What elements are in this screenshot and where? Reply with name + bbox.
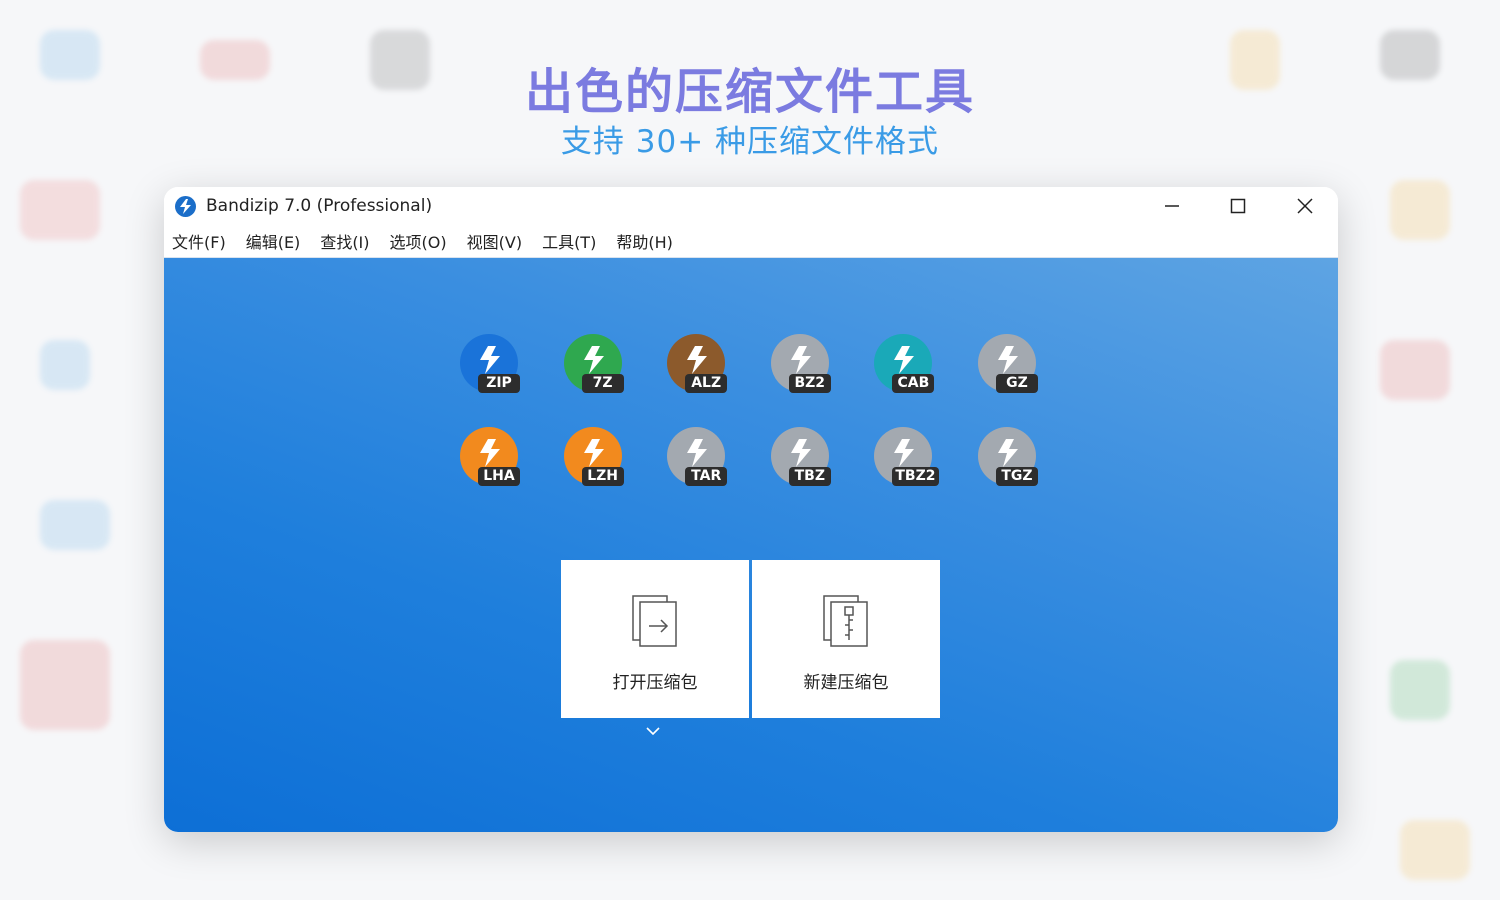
format-label: GZ [995,374,1038,393]
menu-bar: 文件(F) 编辑(E) 查找(I) 选项(O) 视图(V) 工具(T) 帮助(H… [164,225,1338,258]
format-icon-tbz: TBZ [770,427,831,487]
main-area: ZIP 7Z ALZ BZ2 CAB GZ LHA LZH TAR TBZ TBZ2 TGZ 打开压缩… [164,258,1338,832]
minimize-icon [1165,205,1179,207]
format-label: BZ2 [788,374,831,393]
format-icon-7z: 7Z [563,334,624,394]
menu-help[interactable]: 帮助(H) [616,229,673,253]
bolt-icon [687,439,708,467]
minimize-button[interactable] [1147,191,1197,221]
format-icon-cab: CAB [874,334,935,394]
format-label: LZH [581,467,624,486]
bolt-icon [894,439,915,467]
format-icon-tgz: TGZ [977,427,1038,487]
format-icon-tar: TAR [667,427,728,487]
bolt-icon [480,439,500,467]
title-bar[interactable]: Bandizip 7.0 (Professional) [164,187,1338,225]
menu-view[interactable]: 视图(V) [467,229,522,253]
bandizip-logo-icon [175,196,196,217]
background-decoration [40,500,110,550]
open-archive-icon [632,595,677,647]
headline: 出色的压缩文件工具 [524,64,975,120]
format-label: ZIP [478,374,520,393]
format-label: 7Z [581,374,624,393]
close-icon [1297,198,1313,214]
menu-tools[interactable]: 工具(T) [542,229,596,253]
format-icon-tbz2: TBZ2 [874,427,939,487]
window-title: Bandizip 7.0 (Professional) [206,196,433,216]
format-icon-gz: GZ [977,334,1038,394]
format-label: TGZ [995,467,1038,486]
background-decoration [1400,820,1470,880]
bolt-icon [997,346,1018,374]
menu-find[interactable]: 查找(I) [320,229,369,253]
bolt-icon [687,346,708,374]
open-archive-label: 打开压缩包 [612,673,698,693]
close-button[interactable] [1280,191,1330,221]
new-archive-button[interactable]: 新建压缩包 [752,560,940,718]
background-decoration [1390,180,1450,240]
app-window: Bandizip 7.0 (Professional) 文件(F) 编辑(E) … [164,187,1338,832]
maximize-icon [1230,198,1246,214]
format-label: TBZ [788,467,831,486]
bolt-icon [583,439,604,467]
new-archive-label: 新建压缩包 [803,673,889,693]
format-label: LHA [478,467,520,486]
format-label: TAR [685,467,728,486]
background-decoration [1390,660,1450,720]
format-icon-grid: ZIP 7Z ALZ BZ2 CAB GZ LHA LZH TAR TBZ TBZ2 TGZ [460,334,1038,487]
format-icon-bz2: BZ2 [770,334,831,394]
menu-options[interactable]: 选项(O) [390,229,447,253]
format-icon-lha: LHA [460,427,520,487]
new-archive-icon [823,595,868,647]
format-label: TBZ2 [892,467,939,486]
background-decoration [1380,340,1450,400]
background-decoration [20,640,110,730]
format-icon-zip: ZIP [460,334,520,394]
menu-file[interactable]: 文件(F) [172,229,226,253]
background-decoration [20,180,100,240]
format-label: ALZ [685,374,728,393]
chevron-down-icon[interactable] [646,726,660,736]
menu-edit[interactable]: 编辑(E) [246,229,301,253]
bolt-icon [790,439,811,467]
bolt-icon [997,439,1018,467]
maximize-button[interactable] [1213,191,1263,221]
format-icon-lzh: LZH [563,427,624,487]
bolt-icon [480,346,500,374]
open-archive-button[interactable]: 打开压缩包 [561,560,749,718]
bolt-icon [894,346,915,374]
bolt-icon [790,346,811,374]
bolt-icon [583,346,604,374]
subheadline: 支持 30+ 种压缩文件格式 [560,124,940,160]
background-decoration [40,340,90,390]
format-icon-alz: ALZ [667,334,728,394]
format-label: CAB [892,374,935,393]
